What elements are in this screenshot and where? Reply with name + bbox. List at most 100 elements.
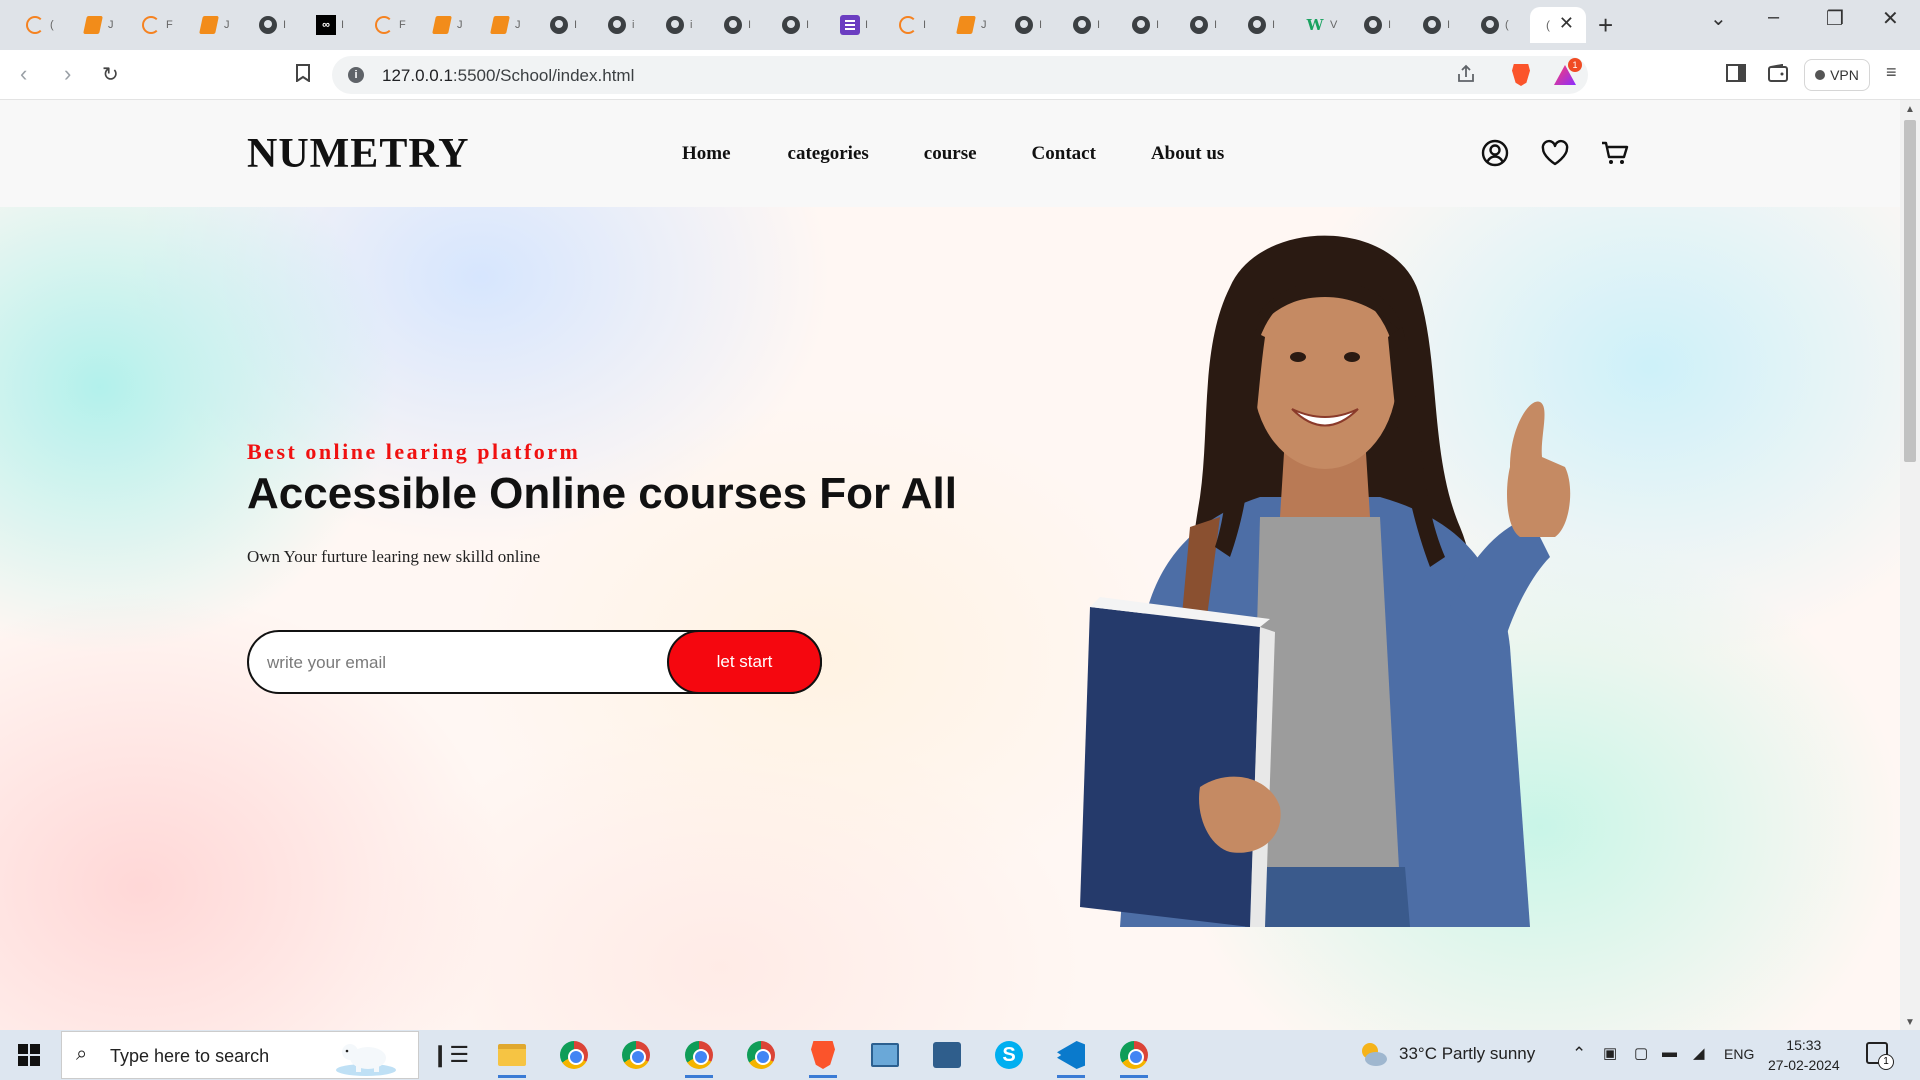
weather-text[interactable]: 33°C Partly sunny bbox=[1399, 1044, 1535, 1064]
browser-tab[interactable]: I bbox=[1346, 7, 1399, 43]
browser-tab-label: I bbox=[748, 19, 752, 31]
browser-tab-label: ( bbox=[1546, 18, 1550, 32]
browser-tab[interactable]: I bbox=[1405, 7, 1458, 43]
notification-center-icon[interactable]: 1 bbox=[1866, 1042, 1894, 1070]
reload-icon[interactable]: ↻ bbox=[102, 62, 119, 87]
browser-tab[interactable]: I bbox=[532, 7, 585, 43]
browser-tab[interactable]: i bbox=[590, 7, 643, 43]
browser-tab[interactable]: F bbox=[357, 7, 410, 43]
meet-now-icon[interactable]: ▣ bbox=[1603, 1044, 1617, 1062]
file-explorer-icon[interactable] bbox=[494, 1038, 530, 1078]
display-icon[interactable]: ▢ bbox=[1634, 1044, 1648, 1062]
chrome-profile-5-icon[interactable] bbox=[1116, 1038, 1152, 1078]
forward-icon[interactable]: › bbox=[64, 61, 71, 87]
header-icons bbox=[1480, 138, 1630, 173]
language-indicator[interactable]: ENG bbox=[1724, 1046, 1754, 1062]
scroll-up-icon[interactable]: ▲ bbox=[1905, 104, 1915, 115]
nav-about-us[interactable]: About us bbox=[1151, 143, 1224, 165]
browser-tab[interactable]: J bbox=[182, 7, 235, 43]
browser-tab[interactable]: I bbox=[706, 7, 759, 43]
mysql-workbench-icon[interactable] bbox=[929, 1038, 965, 1072]
globe-favicon-icon bbox=[1071, 14, 1093, 36]
site-logo[interactable]: NUMETRY bbox=[247, 130, 470, 178]
restore-icon[interactable]: ❐ bbox=[1826, 6, 1844, 31]
share-icon[interactable] bbox=[1456, 64, 1476, 89]
browser-tab[interactable]: I bbox=[1114, 7, 1167, 43]
battery-icon[interactable]: ▬ bbox=[1662, 1044, 1677, 1061]
system-clock[interactable]: 15:33 27-02-2024 bbox=[1768, 1035, 1840, 1075]
browser-tab[interactable]: J bbox=[415, 7, 468, 43]
address-bar[interactable]: i 127.0.0.1:5500/School/index.html 1 bbox=[332, 56, 1588, 94]
book-favicon-icon bbox=[82, 14, 104, 36]
wishlist-heart-icon[interactable] bbox=[1540, 138, 1570, 173]
nav-contact[interactable]: Contact bbox=[1032, 143, 1096, 165]
student-hero-image bbox=[1080, 235, 1571, 927]
browser-tab[interactable]: WV bbox=[1288, 7, 1341, 43]
browser-tab[interactable]: I bbox=[881, 7, 934, 43]
browser-tab[interactable]: I bbox=[823, 7, 876, 43]
close-window-icon[interactable]: ✕ bbox=[1882, 6, 1899, 31]
remote-desktop-icon[interactable] bbox=[867, 1038, 903, 1072]
browser-tab[interactable]: i bbox=[648, 7, 701, 43]
chrome-profile-1-icon[interactable] bbox=[556, 1038, 592, 1072]
browser-tab[interactable]: J bbox=[939, 7, 992, 43]
email-input[interactable] bbox=[267, 646, 647, 680]
skype-icon[interactable]: S bbox=[991, 1038, 1027, 1072]
browser-tab[interactable]: ( bbox=[8, 7, 61, 43]
browser-tab[interactable]: ( bbox=[1463, 7, 1516, 43]
browser-tab-label: I bbox=[1272, 19, 1276, 31]
brave-shields-icon[interactable] bbox=[1512, 64, 1530, 86]
page-scrollbar[interactable]: ▲ ▼ bbox=[1900, 100, 1920, 1030]
url-path: :5500/School/index.html bbox=[452, 66, 635, 85]
browser-tab[interactable]: I bbox=[241, 7, 294, 43]
browser-tab[interactable]: J bbox=[473, 7, 526, 43]
vscode-icon[interactable] bbox=[1053, 1038, 1089, 1078]
browser-tab[interactable]: F bbox=[124, 7, 177, 43]
nav-home[interactable]: Home bbox=[682, 143, 731, 165]
browser-tab-label: i bbox=[690, 19, 693, 31]
browser-tab[interactable]: ∞ I bbox=[299, 7, 352, 43]
back-icon[interactable]: ‹ bbox=[20, 61, 27, 87]
browser-tab[interactable]: I bbox=[997, 7, 1050, 43]
browser-tab-active[interactable]: (✕ bbox=[1530, 7, 1586, 43]
taskbar-search[interactable]: ⌕ Type here to search bbox=[61, 1031, 419, 1079]
globe-favicon-icon bbox=[722, 14, 744, 36]
globe-favicon-icon bbox=[257, 14, 279, 36]
minimize-icon[interactable]: – bbox=[1768, 6, 1779, 29]
chrome-profile-2-icon[interactable] bbox=[618, 1038, 654, 1072]
partly-sunny-weather-icon[interactable] bbox=[1358, 1039, 1388, 1069]
show-hidden-icons-icon[interactable]: ⌃ bbox=[1572, 1044, 1586, 1064]
scroll-down-icon[interactable]: ▼ bbox=[1905, 1017, 1915, 1028]
let-start-button[interactable]: let start bbox=[667, 630, 822, 694]
chrome-profile-4-icon[interactable] bbox=[743, 1038, 779, 1072]
tab-search-chevron-icon[interactable]: ⌄ bbox=[1710, 6, 1727, 31]
task-view-icon[interactable]: ❙☰ bbox=[431, 1038, 469, 1072]
main-nav: Home categories course Contact About us bbox=[682, 143, 1280, 165]
bookmark-icon[interactable] bbox=[296, 64, 310, 87]
browser-tab[interactable]: J bbox=[66, 7, 119, 43]
clock-time: 15:33 bbox=[1786, 1037, 1822, 1053]
windows-start-icon[interactable] bbox=[18, 1044, 40, 1066]
browser-tab[interactable]: I bbox=[1172, 7, 1225, 43]
wallet-icon[interactable] bbox=[1768, 63, 1788, 87]
user-account-icon[interactable] bbox=[1480, 138, 1510, 173]
url-text[interactable]: 127.0.0.1:5500/School/index.html bbox=[382, 66, 634, 86]
shopping-cart-icon[interactable] bbox=[1600, 138, 1630, 173]
browser-tab[interactable]: I bbox=[1055, 7, 1108, 43]
nav-course[interactable]: course bbox=[924, 143, 977, 165]
nav-categories[interactable]: categories bbox=[788, 143, 869, 165]
browser-tab[interactable]: I bbox=[764, 7, 817, 43]
browser-tab-label: I bbox=[923, 19, 927, 31]
site-info-icon[interactable]: i bbox=[348, 67, 364, 83]
scrollbar-thumb[interactable] bbox=[1904, 120, 1916, 462]
wifi-icon[interactable]: ◢ bbox=[1693, 1044, 1705, 1062]
sidebar-toggle-icon[interactable] bbox=[1726, 64, 1746, 87]
vpn-button[interactable]: VPN bbox=[1804, 59, 1870, 91]
page-viewport: NUMETRY Home categories course Contact A… bbox=[0, 100, 1900, 1030]
chrome-profile-3-icon[interactable] bbox=[681, 1038, 717, 1078]
browser-tab[interactable]: I bbox=[1230, 7, 1283, 43]
new-tab-icon[interactable]: + bbox=[1598, 10, 1613, 41]
menu-icon[interactable]: ≡ bbox=[1886, 62, 1897, 83]
close-tab-icon[interactable]: ✕ bbox=[1559, 13, 1574, 34]
brave-browser-icon[interactable] bbox=[805, 1038, 841, 1078]
